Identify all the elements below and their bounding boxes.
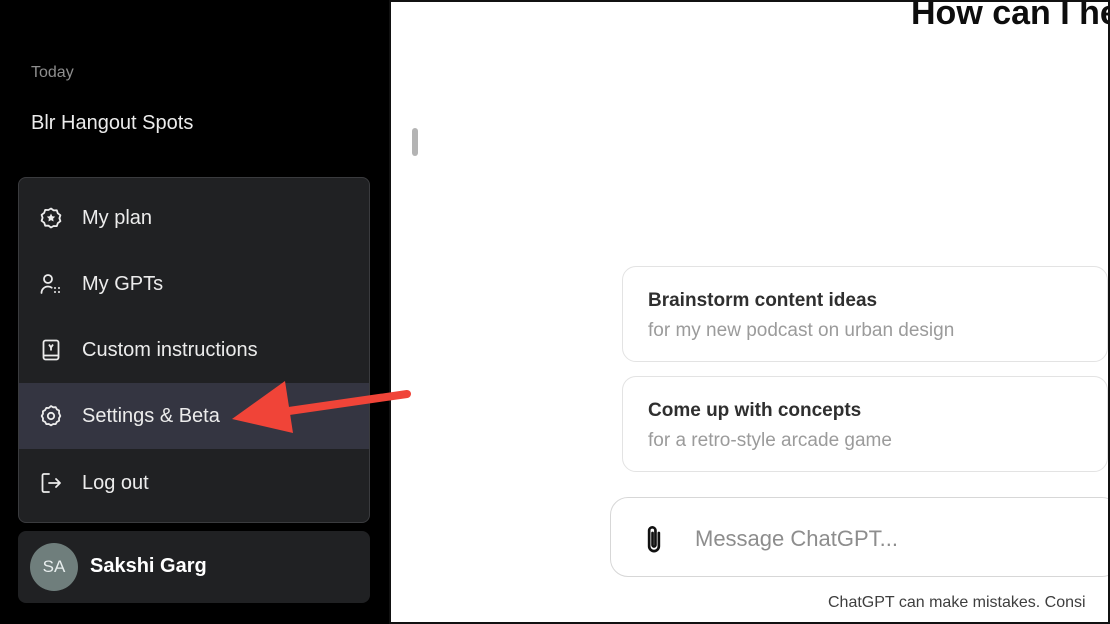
suggestion-subtitle: for a retro-style arcade game bbox=[648, 430, 892, 451]
profile-menu: My plan My GPTs Custom instructions Sett… bbox=[18, 177, 370, 523]
menu-item-log-out[interactable]: Log out bbox=[19, 450, 369, 516]
user-profile-button[interactable]: SA Sakshi Garg bbox=[18, 531, 370, 603]
gpts-user-grid-icon bbox=[39, 272, 63, 296]
suggestion-title: Come up with concepts bbox=[648, 400, 862, 421]
menu-label-log-out: Log out bbox=[82, 471, 149, 494]
sidebar: Today Blr Hangout Spots My plan My GPTs … bbox=[0, 0, 389, 624]
message-input[interactable] bbox=[693, 516, 1097, 562]
menu-label-my-gpts: My GPTs bbox=[82, 272, 164, 295]
history-section-label: Today bbox=[31, 64, 74, 81]
suggestion-card[interactable]: Come up with concepts for a retro-style … bbox=[622, 376, 1108, 472]
user-name: Sakshi Garg bbox=[90, 555, 207, 577]
suggestion-title: Brainstorm content ideas bbox=[648, 290, 878, 311]
disclaimer-text: ChatGPT can make mistakes. Consi bbox=[828, 594, 1086, 611]
main-chat-area: How can I he Brainstorm content ideas fo… bbox=[389, 0, 1110, 624]
logout-icon bbox=[39, 471, 63, 495]
suggestion-card[interactable]: Brainstorm content ideas for my new podc… bbox=[622, 266, 1108, 362]
history-item[interactable]: Blr Hangout Spots bbox=[31, 112, 193, 135]
gear-icon bbox=[39, 404, 63, 428]
avatar: SA bbox=[30, 543, 78, 591]
menu-item-my-gpts[interactable]: My GPTs bbox=[19, 251, 369, 317]
instructions-book-icon bbox=[39, 338, 63, 362]
menu-item-custom-instructions[interactable]: Custom instructions bbox=[19, 317, 369, 383]
scrollbar-handle[interactable] bbox=[412, 128, 418, 156]
menu-label-custom-instructions: Custom instructions bbox=[82, 338, 258, 361]
suggestion-subtitle: for my new podcast on urban design bbox=[648, 320, 955, 341]
plan-star-icon bbox=[39, 206, 63, 230]
menu-item-my-plan[interactable]: My plan bbox=[19, 185, 369, 251]
page-title: How can I he bbox=[911, 0, 1110, 32]
menu-label-settings-beta: Settings & Beta bbox=[82, 404, 220, 427]
message-composer bbox=[610, 497, 1108, 577]
menu-label-my-plan: My plan bbox=[82, 206, 153, 229]
menu-item-settings-beta[interactable]: Settings & Beta bbox=[19, 383, 369, 449]
paperclip-icon[interactable] bbox=[639, 522, 669, 556]
